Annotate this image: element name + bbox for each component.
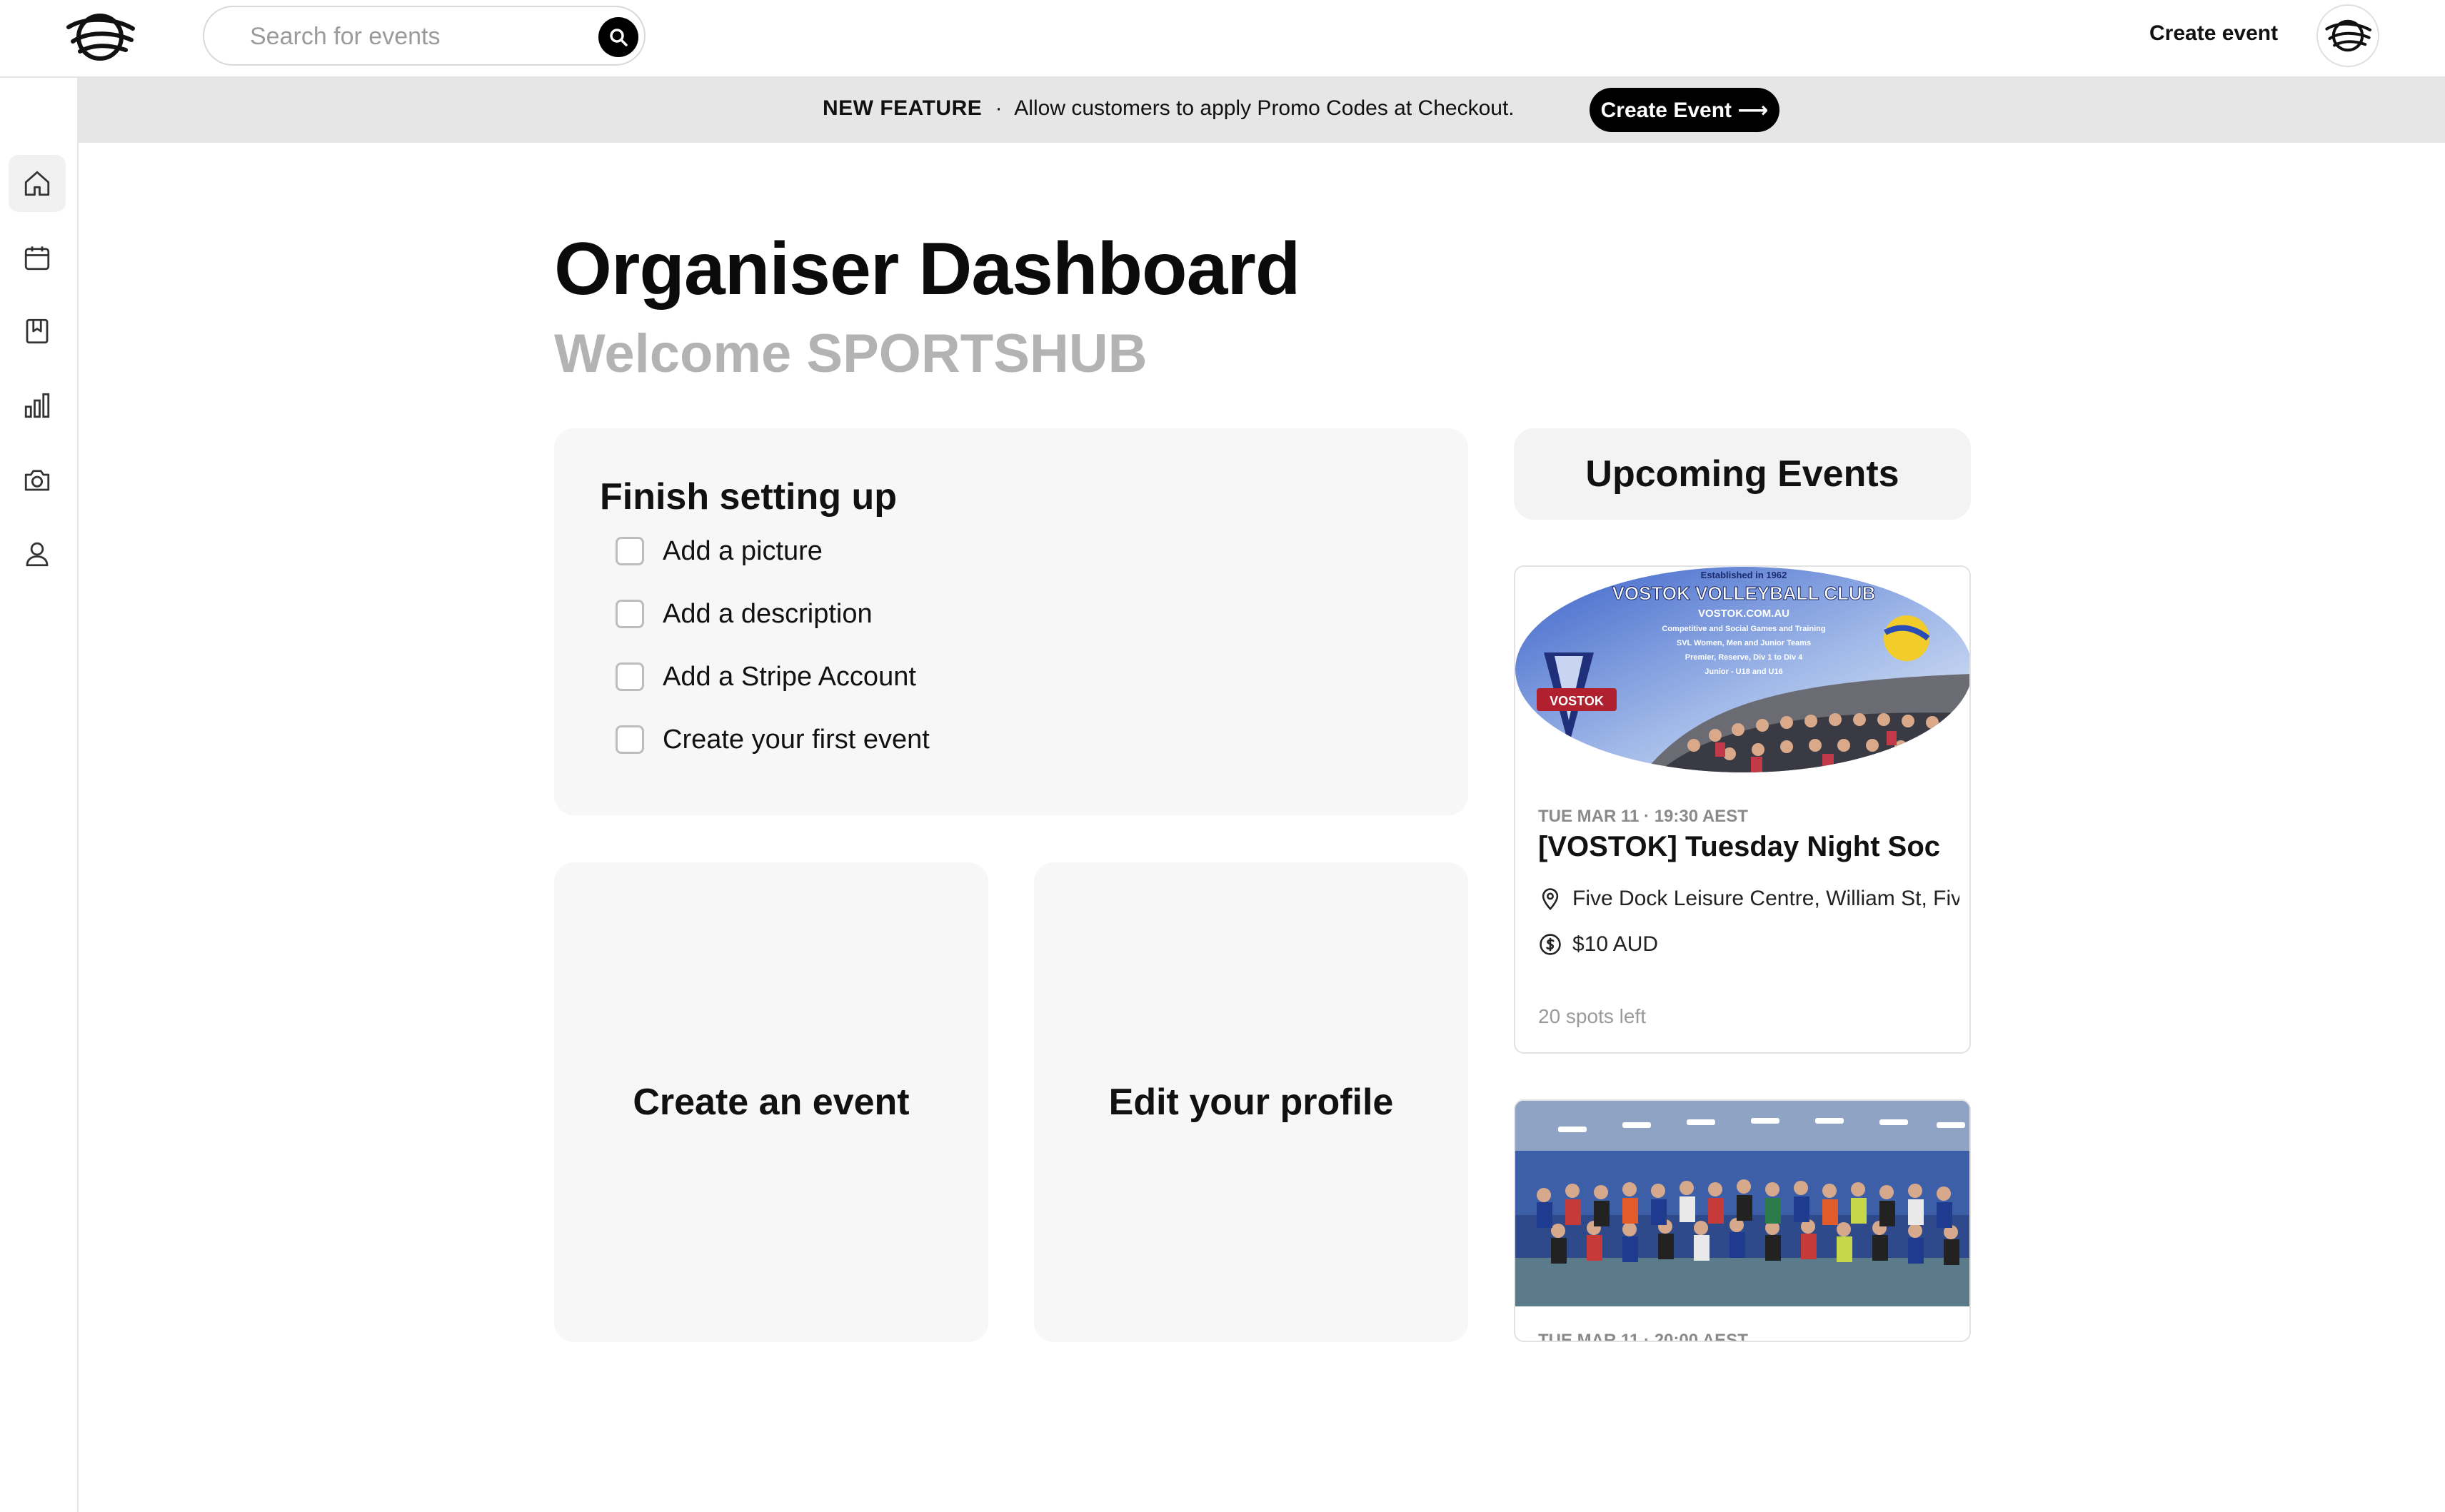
image-line-6: Premier, Reserve, Div 1 to Div 4	[1685, 653, 1803, 662]
event-price: $10 AUD	[1538, 932, 1959, 957]
event-image	[1515, 1101, 1969, 1306]
dollar-circle-icon	[1540, 934, 1561, 955]
banner-message: Allow customers to apply Promo Codes at …	[1014, 96, 1515, 120]
edit-profile-card[interactable]: Edit your profile	[1034, 862, 1468, 1342]
event-location: Five Dock Leisure Centre, William St, Fi…	[1538, 887, 1959, 911]
sidebar-item-profile[interactable]	[9, 525, 66, 583]
banner-create-event-button[interactable]: Create Event ⟶	[1590, 88, 1779, 132]
search-input[interactable]	[250, 21, 564, 51]
sidebar	[0, 78, 79, 1512]
search-bar	[203, 6, 646, 66]
banner-separator: ·	[995, 96, 1003, 120]
sidebar-item-calendar[interactable]	[9, 229, 66, 286]
setup-title: Finish setting up	[600, 476, 897, 518]
setup-item-label: Add a Stripe Account	[663, 661, 916, 692]
event-card[interactable]: VOSTOK Established in 1962 VOSTOK VOLLEY…	[1514, 565, 1971, 1054]
banner-text: NEW FEATURE · Allow customers to apply P…	[823, 96, 1515, 121]
sidebar-item-bookmarks[interactable]	[9, 303, 66, 360]
checkbox[interactable]	[616, 725, 644, 754]
setup-item-label: Create your first event	[663, 724, 930, 755]
top-bar: Create event	[0, 0, 2445, 78]
home-icon	[24, 171, 50, 196]
event-date-time: TUE MAR 11 · 19:30 AEST	[1538, 807, 1748, 826]
location-pin-icon	[1542, 888, 1559, 911]
setup-item-create-first-event[interactable]: Create your first event	[616, 718, 930, 761]
image-line-3: VOSTOK.COM.AU	[1698, 608, 1789, 620]
image-line-5: SVL Women, Men and Junior Teams	[1677, 639, 1811, 647]
feature-banner: NEW FEATURE · Allow customers to apply P…	[79, 78, 2445, 143]
sidebar-item-analytics[interactable]	[9, 377, 66, 434]
image-line-2: VOSTOK VOLLEYBALL CLUB	[1612, 583, 1876, 604]
setup-checklist-card: Finish setting up Add a picture Add a de…	[554, 428, 1468, 815]
setup-item-add-picture[interactable]: Add a picture	[616, 530, 823, 573]
event-date-time: TUE MAR 11 · 20:00 AEST	[1538, 1331, 1748, 1342]
banner-tag: NEW FEATURE	[823, 96, 983, 120]
event-location-text: Five Dock Leisure Centre, William St, Fi…	[1572, 887, 1959, 910]
event-title: [VOSTOK] Tuesday Night Soc	[1538, 831, 1941, 862]
setup-item-label: Add a picture	[663, 535, 823, 566]
event-image: VOSTOK Established in 1962 VOSTOK VOLLEY…	[1515, 567, 1969, 772]
setup-item-add-stripe-account[interactable]: Add a Stripe Account	[616, 655, 916, 698]
page-title: Organiser Dashboard	[554, 228, 1300, 311]
checkbox[interactable]	[616, 537, 644, 565]
search-button[interactable]	[598, 17, 638, 57]
bookmark-icon	[26, 318, 49, 344]
checkbox[interactable]	[616, 662, 644, 691]
user-icon	[26, 542, 49, 567]
sidebar-item-gallery[interactable]	[9, 451, 66, 508]
create-event-card-label: Create an event	[633, 1082, 910, 1123]
edit-profile-card-label: Edit your profile	[1108, 1082, 1394, 1123]
calendar-icon	[24, 246, 50, 271]
create-event-link[interactable]: Create event	[2149, 21, 2278, 46]
brand-logo-icon	[2325, 19, 2371, 52]
image-line-1: Established in 1962	[1701, 570, 1787, 580]
image-line-7: Junior - U18 and U16	[1705, 667, 1782, 676]
event-spots-left: 20 spots left	[1538, 1005, 1646, 1027]
camera-icon	[24, 470, 50, 491]
image-line-4: Competitive and Social Games and Trainin…	[1662, 625, 1825, 633]
create-event-card[interactable]: Create an event	[554, 862, 988, 1342]
sidebar-item-home[interactable]	[9, 155, 66, 212]
bar-chart-icon	[24, 393, 50, 418]
event-card[interactable]: TUE MAR 11 · 20:00 AEST	[1514, 1099, 1971, 1342]
event-price-text: $10 AUD	[1572, 932, 1659, 956]
avatar[interactable]	[2316, 4, 2379, 67]
welcome-subtitle: Welcome SPORTSHUB	[554, 323, 1148, 384]
checkbox[interactable]	[616, 600, 644, 628]
setup-item-label: Add a description	[663, 598, 873, 629]
brand-logo-icon[interactable]	[63, 4, 137, 70]
upcoming-events-heading: Upcoming Events	[1514, 428, 1971, 520]
setup-item-add-description[interactable]: Add a description	[616, 593, 873, 635]
search-icon	[610, 29, 628, 46]
vostok-badge-text: VOSTOK	[1550, 694, 1604, 708]
